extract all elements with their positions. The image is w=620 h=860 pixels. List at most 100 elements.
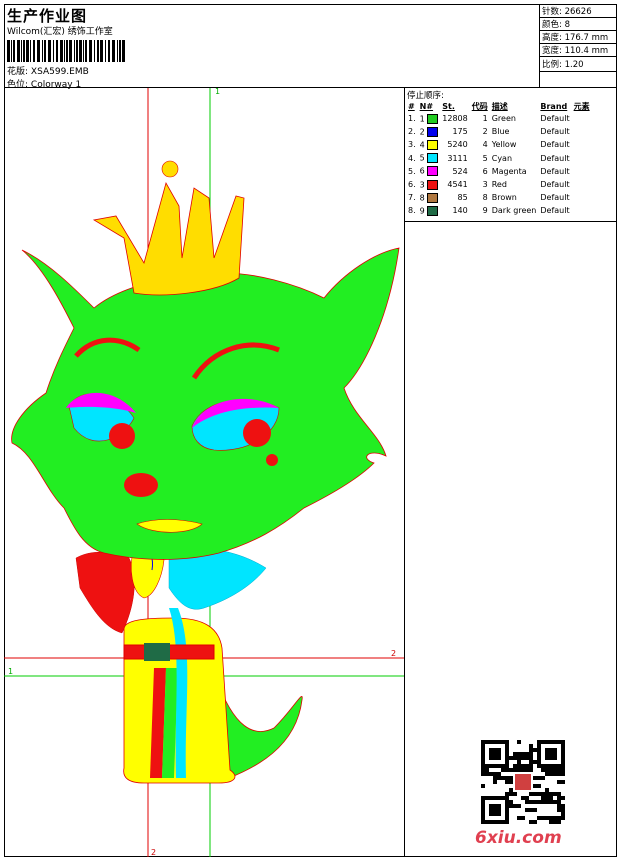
- row-needle: 3: [418, 178, 441, 191]
- stats-panel: 针数: 26626 颜色: 8 高度: 176.7 mm 宽度: 110.4 m…: [540, 4, 617, 87]
- row-description: Blue: [491, 127, 510, 137]
- row-description: Brown: [491, 193, 517, 203]
- row-stitches: 175: [452, 127, 468, 137]
- row-description: Magenta: [491, 166, 527, 176]
- marker-top: 1: [215, 88, 220, 96]
- row-stitches: 5240: [447, 140, 468, 150]
- row-element: [572, 112, 592, 125]
- table-row: 8. 9 140 9 Dark green Default: [406, 204, 592, 217]
- row-index: 2.: [408, 127, 416, 137]
- table-row: 6. 3 4541 3 Red Default: [406, 178, 592, 191]
- table-row: 5. 6 524 6 Magenta Default: [406, 165, 592, 178]
- stat-stitches: 针数: 26626: [542, 7, 592, 17]
- table-row: 1. 1 12808 1 Green Default: [406, 112, 592, 125]
- barcode: [7, 40, 125, 62]
- row-stitches: 85: [457, 193, 468, 203]
- row-element: [572, 138, 592, 151]
- qr-code: [481, 740, 565, 824]
- company-name: Wilcom(汇宏) 绣饰工作室: [7, 27, 113, 37]
- marker-bottom: 2: [151, 848, 156, 857]
- design-canvas: 1 2 1 2: [4, 88, 405, 857]
- stat-scale: 比例: 1.20: [542, 60, 584, 70]
- color-swatch: [427, 153, 439, 164]
- row-needle: 1: [418, 112, 441, 125]
- row-brand: Default: [540, 140, 570, 150]
- row-element: [572, 178, 592, 191]
- row-needle: 2: [418, 125, 441, 138]
- row-code: 5: [482, 153, 488, 163]
- color-swatch: [427, 113, 439, 124]
- stop-sequence-table: # N# St. 代码 描述 Brand 元素 1. 1 12808 1 Green D…: [406, 100, 592, 218]
- row-needle: 4: [418, 138, 441, 151]
- row-description: Red: [491, 180, 507, 190]
- embroidery-artwork: 1 2 1 2: [4, 88, 404, 857]
- header: 生产作业图 Wilcom(汇宏) 绣饰工作室 花版: XSA599.EMB 色位…: [4, 4, 617, 90]
- col-code: 代码: [471, 101, 488, 111]
- design-value: XSA599.EMB: [30, 67, 89, 77]
- row-brand: Default: [540, 114, 570, 124]
- row-element: [572, 191, 592, 204]
- col-description: 描述: [491, 101, 508, 111]
- row-brand: Default: [540, 206, 570, 216]
- col-index: #: [408, 101, 415, 111]
- color-swatch: [427, 192, 439, 203]
- row-code: 2: [482, 127, 488, 137]
- row-index: 6.: [408, 180, 416, 190]
- row-code: 8: [482, 193, 488, 203]
- color-swatch: [427, 205, 439, 216]
- row-element: [572, 204, 592, 217]
- row-index: 4.: [408, 153, 416, 163]
- row-needle: 5: [418, 152, 441, 165]
- row-needle: 6: [418, 165, 441, 178]
- row-index: 8.: [408, 206, 416, 216]
- stat-colors: 颜色: 8: [542, 20, 570, 30]
- header-info: 生产作业图 Wilcom(汇宏) 绣饰工作室 花版: XSA599.EMB 色位…: [4, 4, 540, 90]
- row-code: 9: [482, 206, 488, 216]
- color-swatch: [427, 126, 439, 137]
- row-code: 1: [482, 114, 488, 124]
- table-row: 4. 5 3111 5 Cyan Default: [406, 152, 592, 165]
- page-title: 生产作业图: [7, 7, 88, 25]
- row-index: 3.: [408, 140, 416, 150]
- col-element: 元素: [573, 101, 590, 111]
- stop-sequence-panel: 停止顺序: # N# St. 代码 描述 Brand 元素 1. 1 12808 1…: [405, 88, 617, 222]
- crown-jewel: [161, 160, 179, 178]
- row-stitches: 3111: [447, 153, 468, 163]
- design-label: 花版:: [7, 67, 29, 77]
- row-code: 4: [482, 140, 488, 150]
- col-brand: Brand: [540, 101, 568, 111]
- nose: [124, 473, 158, 497]
- row-brand: Default: [540, 127, 570, 137]
- row-description: Dark green: [491, 206, 537, 216]
- row-element: [572, 125, 592, 138]
- row-description: Cyan: [491, 153, 513, 163]
- row-stitches: 4541: [447, 180, 468, 190]
- row-index: 1.: [408, 114, 416, 124]
- row-needle: 8: [418, 191, 441, 204]
- right-pupil: [243, 419, 271, 447]
- row-brand: Default: [540, 180, 570, 190]
- table-row: 7. 8 85 8 Brown Default: [406, 191, 592, 204]
- row-index: 5.: [408, 166, 416, 176]
- cheek-dot: [266, 454, 278, 466]
- row-needle: 9: [418, 204, 441, 217]
- row-stitches: 12808: [442, 114, 468, 124]
- color-swatch: [427, 139, 439, 150]
- color-swatch: [427, 179, 439, 190]
- table-header-row: # N# St. 代码 描述 Brand 元素: [406, 100, 592, 112]
- row-brand: Default: [540, 193, 570, 203]
- color-swatch: [427, 166, 439, 177]
- row-description: Yellow: [491, 140, 517, 150]
- site-logo: 6xiu.com: [475, 828, 562, 848]
- marker-right: 2: [391, 649, 396, 658]
- red-fur-collar: [75, 552, 135, 634]
- crown: [92, 181, 245, 296]
- stat-width: 宽度: 110.4 mm: [542, 46, 609, 56]
- table-row: 3. 4 5240 4 Yellow Default: [406, 138, 592, 151]
- row-element: [572, 165, 592, 178]
- col-stitches: St.: [442, 101, 455, 111]
- row-brand: Default: [540, 153, 570, 163]
- col-needle: N#: [419, 101, 434, 111]
- row-element: [572, 152, 592, 165]
- row-code: 6: [482, 166, 488, 176]
